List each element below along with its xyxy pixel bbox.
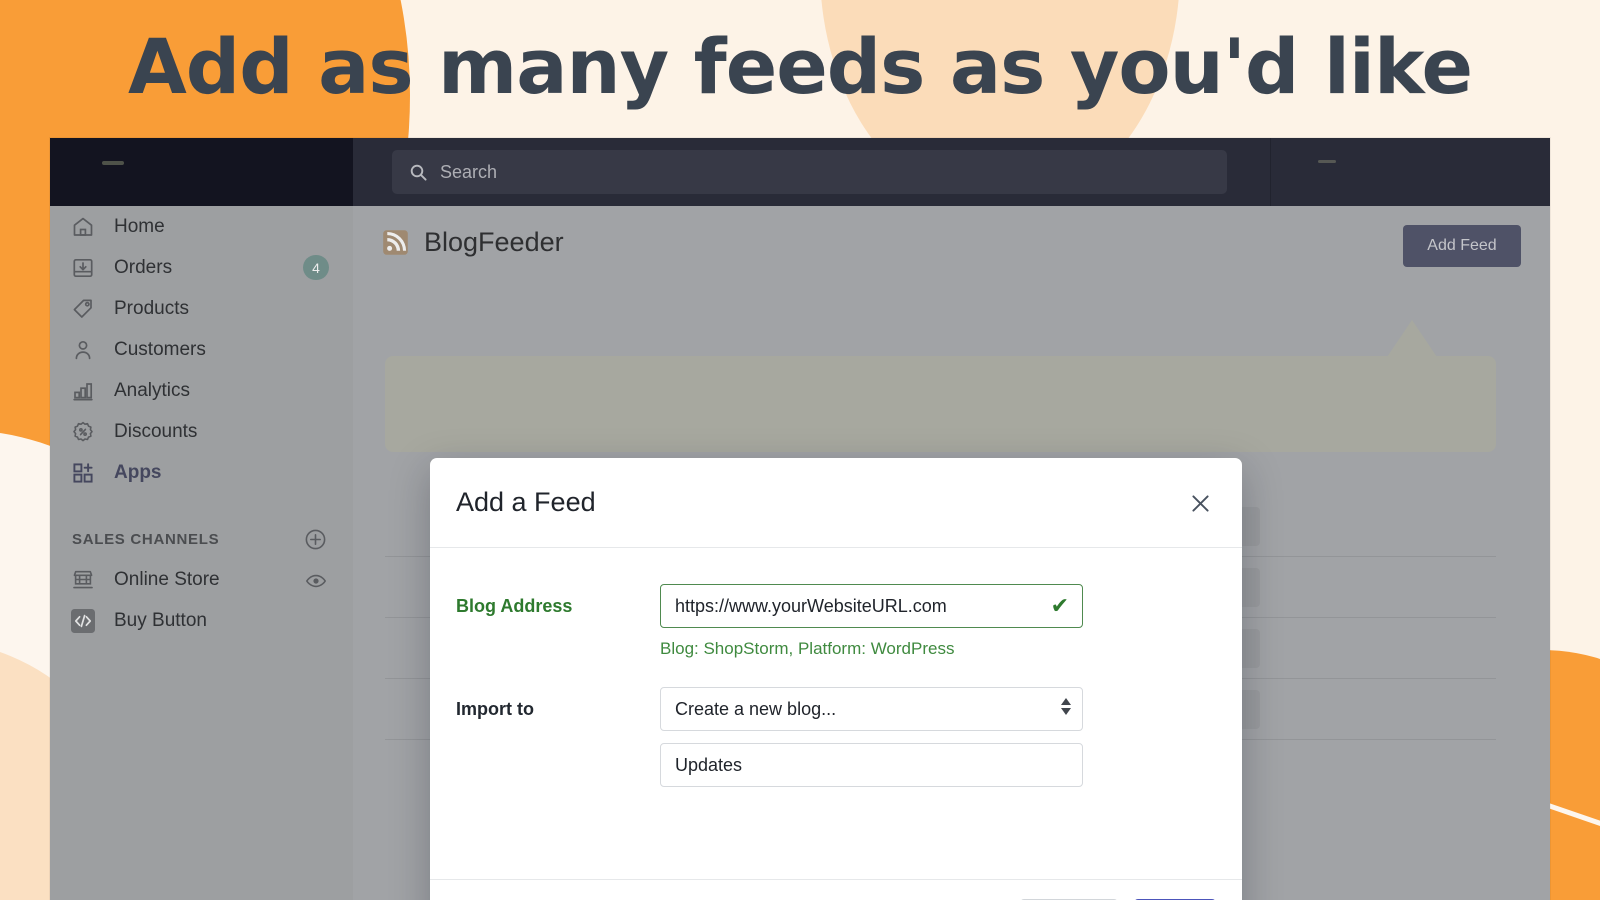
code-icon	[70, 608, 96, 634]
import-to-select[interactable]: Create a new blog...	[660, 687, 1083, 731]
brand-logo-slot	[50, 138, 353, 206]
callout-pointer-arrow	[1387, 320, 1437, 357]
sidebar-item-apps[interactable]: Apps	[50, 452, 353, 493]
page-header: BlogFeeder Add Feed	[353, 206, 1550, 278]
sidebar-item-label: Analytics	[114, 379, 191, 401]
sidebar-item-buy-button[interactable]: Buy Button	[50, 600, 353, 641]
sidebar-item-products[interactable]: Products	[50, 288, 353, 329]
search-input[interactable]: Search	[392, 150, 1227, 194]
dialog-footer: Cancel Add	[430, 879, 1242, 900]
blog-address-label: Blog Address	[456, 596, 573, 616]
import-to-field-column: Create a new blog...	[660, 687, 1216, 787]
top-navigation-center: Search	[353, 138, 1270, 206]
sidebar: Home Orders 4 Products Customers Analyti…	[50, 206, 353, 900]
dialog-body: Blog Address ✔ Blog: ShopStorm, Platform…	[430, 548, 1242, 879]
import-to-select-wrapper: Create a new blog...	[660, 687, 1083, 731]
apps-icon	[70, 460, 96, 486]
orders-badge: 4	[303, 255, 329, 280]
import-to-field-row: Import to Create a new blog...	[456, 687, 1216, 787]
blog-validation-text: Blog: ShopStorm, Platform: WordPress	[660, 639, 955, 658]
check-icon: ✔	[1050, 593, 1069, 618]
sidebar-item-customers[interactable]: Customers	[50, 329, 353, 370]
admin-app-window: Search Home Orders 4 Products Customers …	[50, 138, 1550, 900]
sidebar-item-discounts[interactable]: Discounts	[50, 411, 353, 452]
sidebar-section-title: SALES CHANNELS	[72, 530, 220, 548]
sidebar-item-label: Buy Button	[114, 609, 207, 631]
brand-logo-icon	[102, 161, 124, 165]
tag-icon	[70, 296, 96, 322]
bar-chart-icon	[70, 378, 96, 404]
sidebar-item-home[interactable]: Home	[50, 206, 353, 247]
add-feed-dialog: Add a Feed Blog Address ✔ Blog: Sh	[430, 458, 1242, 900]
search-icon	[410, 164, 427, 181]
blog-address-input[interactable]	[660, 584, 1083, 628]
blog-address-input-wrapper: ✔	[660, 584, 1083, 628]
sidebar-item-orders[interactable]: Orders 4	[50, 247, 353, 288]
sidebar-item-label: Discounts	[114, 420, 198, 442]
promo-callout-banner	[385, 356, 1496, 452]
dialog-title: Add a Feed	[456, 487, 596, 517]
blog-address-field-column: ✔ Blog: ShopStorm, Platform: WordPress	[660, 584, 1216, 659]
sidebar-item-label: Orders	[114, 256, 173, 278]
plus-circle-icon[interactable]	[304, 528, 327, 556]
discount-icon	[70, 419, 96, 445]
sidebar-item-label: Online Store	[114, 568, 220, 590]
blog-address-field-row: Blog Address ✔ Blog: ShopStorm, Platform…	[456, 584, 1216, 659]
storefront-icon	[70, 567, 96, 593]
sidebar-item-label: Customers	[114, 338, 206, 360]
person-icon	[70, 337, 96, 363]
add-feed-button[interactable]: Add Feed	[1403, 225, 1521, 267]
close-icon[interactable]	[1183, 486, 1217, 520]
search-placeholder-text: Search	[440, 161, 498, 182]
account-mark-icon	[1318, 160, 1336, 163]
sidebar-item-analytics[interactable]: Analytics	[50, 370, 353, 411]
sidebar-section-sales-channels: SALES CHANNELS	[50, 519, 353, 559]
orders-icon	[70, 255, 96, 281]
top-navigation-bar: Search	[50, 138, 1550, 206]
sidebar-item-label: Products	[114, 297, 189, 319]
dialog-header: Add a Feed	[430, 458, 1242, 548]
sidebar-item-label: Home	[114, 215, 165, 237]
sidebar-item-online-store[interactable]: Online Store	[50, 559, 353, 600]
screenshot-root: Add as many feeds as you'd like Search H…	[0, 0, 1600, 900]
new-blog-name-input[interactable]	[660, 743, 1083, 787]
home-icon	[70, 214, 96, 240]
page-headline: Add as many feeds as you'd like	[127, 22, 1473, 111]
page-title: BlogFeeder	[424, 226, 564, 257]
rss-icon	[382, 229, 409, 256]
top-navigation-account-area[interactable]	[1270, 138, 1550, 206]
eye-icon[interactable]	[305, 570, 327, 597]
import-to-label: Import to	[456, 699, 534, 719]
sidebar-item-label: Apps	[114, 461, 162, 483]
